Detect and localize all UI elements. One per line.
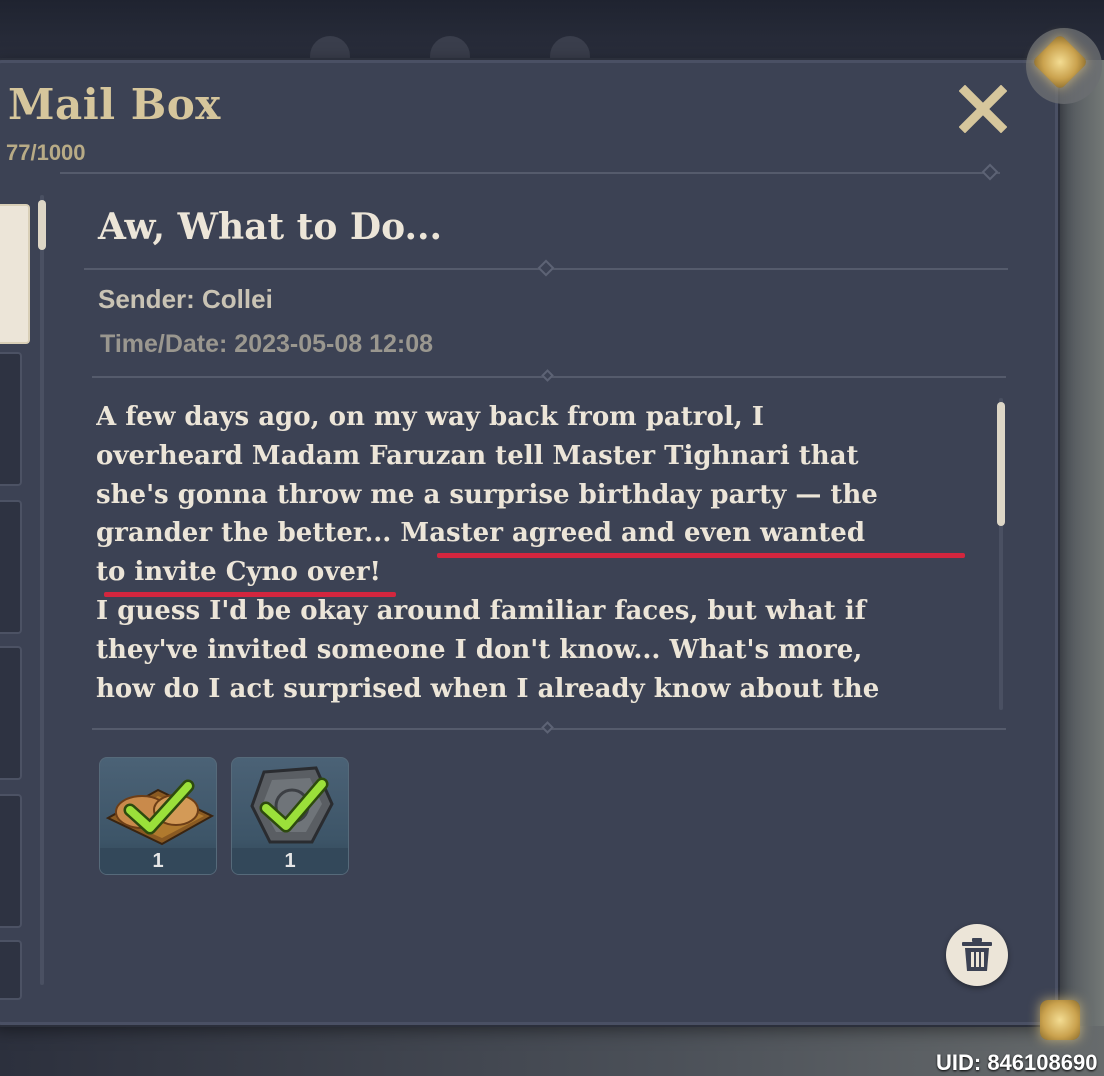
attachment-item[interactable]: 1 <box>231 757 349 875</box>
page-title: Mail Box <box>8 80 221 129</box>
list-item[interactable] <box>0 940 22 1000</box>
mail-list[interactable] <box>0 200 34 1000</box>
background-tabs <box>270 36 990 60</box>
header-divider <box>60 172 1000 174</box>
list-item[interactable] <box>0 646 22 780</box>
highlight-underline <box>437 553 965 558</box>
food-plate-icon <box>105 779 215 846</box>
mail-subject: Aw, What to Do... <box>98 206 443 248</box>
list-item-selected[interactable] <box>0 204 30 344</box>
corner-ornament-bottom-icon <box>1040 1000 1080 1040</box>
list-item[interactable] <box>0 352 22 486</box>
attachment-quantity: 1 <box>100 848 216 874</box>
list-scroll-thumb[interactable] <box>38 200 46 250</box>
highlight-underline <box>104 592 396 597</box>
close-icon <box>959 85 1007 133</box>
delete-button[interactable] <box>946 924 1008 986</box>
stone-token-icon <box>250 766 334 844</box>
attachment-item[interactable]: 1 <box>99 757 217 875</box>
close-button[interactable] <box>956 82 1010 136</box>
mail-timestamp: Time/Date: 2023-05-08 12:08 <box>100 330 434 358</box>
body-scroll-thumb[interactable] <box>997 402 1005 526</box>
uid-label: UID: 846108690 <box>936 1050 1098 1075</box>
list-item[interactable] <box>0 794 22 928</box>
list-scrollbar[interactable] <box>40 195 44 985</box>
list-item[interactable] <box>0 500 22 634</box>
trash-icon <box>962 938 992 971</box>
attachment-quantity: 1 <box>232 848 348 874</box>
mail-count: 77/1000 <box>6 140 86 165</box>
mail-sender: Sender: Collei <box>98 284 273 314</box>
